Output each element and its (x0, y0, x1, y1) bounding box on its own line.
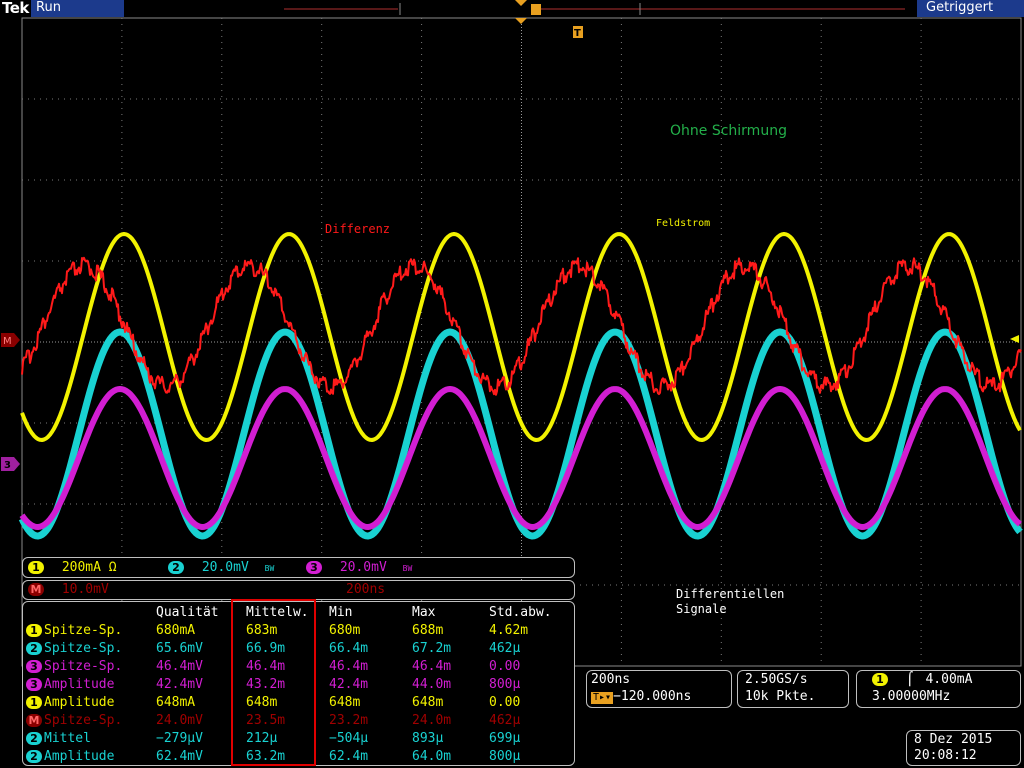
measurement-min: 23.2m (329, 712, 369, 728)
measurement-header-3: Min (329, 604, 353, 620)
math-ground-marker-label: M (3, 336, 12, 347)
timebase-scale: 200ns (591, 672, 631, 687)
measurement-max: 688m (412, 622, 444, 638)
measurement-label: 3 Amplitude (26, 675, 156, 693)
timebase-position: T▸▾ −120.000ns (591, 689, 691, 704)
math-scale[interactable]: M 10.0mV (28, 582, 109, 597)
measurement-header-4: Max (412, 604, 436, 620)
measurement-channel-badge: 1 (26, 623, 42, 637)
record-trigger-icon (531, 4, 541, 15)
ch2-scale[interactable]: 2 20.0mV BW (168, 560, 274, 575)
measurement-label: 2 Spitze-Sp. (26, 639, 156, 657)
measurement-label: 1 Amplitude (26, 693, 156, 711)
measurement-channel-badge: 3 (26, 677, 42, 691)
ch1-badge: 1 (28, 561, 44, 574)
annotation-shielding: Ohne Schirmung (670, 123, 787, 139)
measurement-max: 648m (412, 694, 444, 710)
ch3-bw-limit-icon: BW (402, 564, 413, 573)
measurement-name: Amplitude (44, 748, 115, 764)
measurement-std: 4.62m (489, 622, 529, 638)
time-display: 20:08:12 (914, 748, 977, 763)
measurement-channel-badge: 3 (26, 659, 42, 673)
ch1-scale[interactable]: 1 200mA Ω (28, 560, 117, 575)
trigger-source-badge: 1 (872, 673, 888, 686)
annotation-differenz: Differenz (325, 222, 391, 236)
measurement-max: 64.0m (412, 748, 452, 764)
trigger-level: 4.00mA (925, 672, 973, 687)
measurement-label: 1 Spitze-Sp. (26, 621, 156, 639)
measurement-max: 893µ (412, 730, 444, 746)
math-scale-value: 10.0mV (61, 582, 109, 597)
measurement-max: 46.4m (412, 658, 452, 674)
measurement-header-5: Std.abw. (489, 604, 552, 620)
ch2-scale-value: 20.0mV (201, 560, 249, 575)
measurement-label: M Spitze-Sp. (26, 711, 156, 729)
annotation-diff-signals-line2: Signale (676, 602, 727, 616)
measurement-label: 2 Amplitude (26, 747, 156, 765)
ch3-badge: 3 (306, 561, 322, 574)
timebase-position-value: −120.000ns (613, 689, 692, 704)
annotation-feldstrom: Feldstrom (656, 218, 711, 229)
ch3-ground-marker-label: 3 (4, 460, 11, 471)
measurement-min: 66.4m (329, 640, 369, 656)
measurement-min: −504µ (329, 730, 369, 746)
measurement-channel-badge: 2 (26, 731, 42, 745)
measurement-name: Amplitude (44, 676, 115, 692)
measurement-std: 0.00 (489, 694, 521, 710)
trigger-position-icon: T▸▾ (591, 692, 614, 704)
date-display: 8 Dez 2015 (914, 732, 993, 747)
measurement-channel-badge: 2 (26, 749, 42, 763)
measurement-std: 800µ (489, 676, 521, 692)
ch3-scale-value: 20.0mV (339, 560, 387, 575)
measurement-std: 699µ (489, 730, 521, 746)
measurement-std: 0.00 (489, 658, 521, 674)
math-badge: M (28, 583, 44, 596)
math-waveform (21, 256, 1022, 396)
measurement-name: Spitze-Sp. (44, 658, 123, 674)
measurement-min: 46.4m (329, 658, 369, 674)
measurement-std: 462µ (489, 640, 521, 656)
measurement-min: 62.4m (329, 748, 369, 764)
measurement-std: 462µ (489, 712, 521, 728)
trigger-frequency: 3.00000MHz (872, 689, 951, 704)
measurement-name: Amplitude (44, 694, 115, 710)
annotation-diff-signals-line1: Differentiellen (676, 587, 785, 601)
measurement-max: 67.2m (412, 640, 452, 656)
measurement-label: 3 Spitze-Sp. (26, 657, 156, 675)
measurement-std: 800µ (489, 748, 521, 764)
measurement-name: Spitze-Sp. (44, 622, 123, 638)
measurement-channel-badge: M (26, 713, 42, 727)
rising-edge-icon: ⌠ (905, 672, 914, 687)
ch2-badge: 2 (168, 561, 184, 574)
mean-column-highlight (231, 599, 316, 766)
measurement-name: Spitze-Sp. (44, 640, 123, 656)
measurement-name: Spitze-Sp. (44, 712, 123, 728)
measurement-label: 2 Mittel (26, 729, 156, 747)
measurement-min: 42.4m (329, 676, 369, 692)
measurement-channel-badge: 1 (26, 695, 42, 709)
record-length: 10k Pkte. (745, 689, 816, 704)
trigger-level-marker (1010, 335, 1019, 343)
ch3-scale[interactable]: 3 20.0mV BW (306, 560, 412, 575)
measurement-channel-badge: 2 (26, 641, 42, 655)
trigger-settings: 1 ⌠ 4.00mA (872, 672, 972, 687)
math-time-scale: 200ns (346, 582, 386, 597)
measurement-name: Mittel (44, 730, 91, 746)
ch1-scale-value: 200mA Ω (61, 560, 117, 575)
trigger-position-marker-bottom (515, 18, 527, 24)
ch3-waveform (19, 386, 1022, 530)
measurement-max: 24.0m (412, 712, 452, 728)
trigger-position-marker-top (515, 0, 527, 6)
measurement-min: 680m (329, 622, 361, 638)
ch2-bw-limit-icon: BW (264, 564, 275, 573)
measurement-min: 648m (329, 694, 361, 710)
measurement-max: 44.0m (412, 676, 452, 692)
sample-rate: 2.50GS/s (745, 672, 808, 687)
trigger-time-marker-label: T (574, 28, 581, 39)
measurement-header-0 (26, 603, 156, 621)
